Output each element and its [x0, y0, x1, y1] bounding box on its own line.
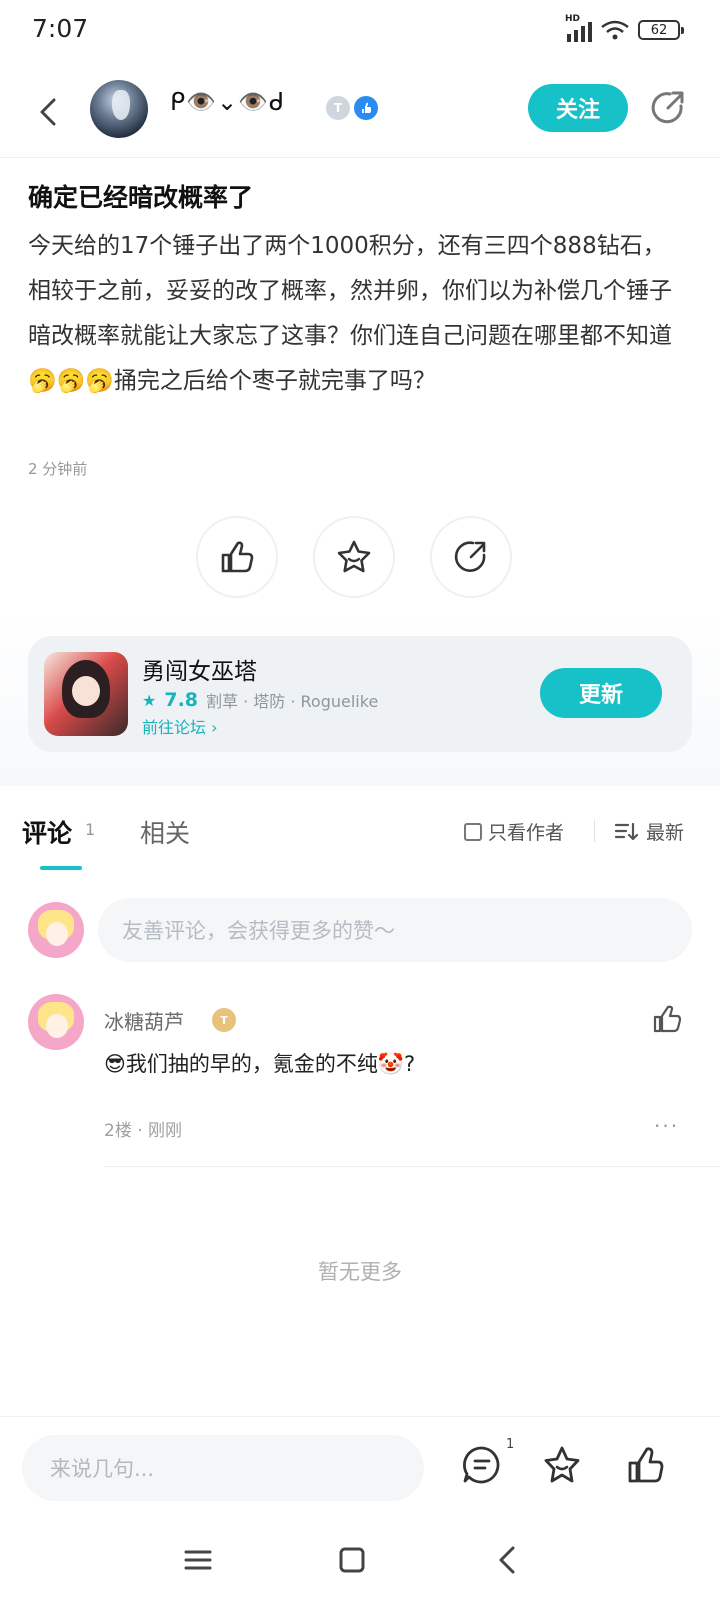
comment-icon[interactable] [460, 1443, 504, 1487]
tab-indicator [40, 866, 82, 870]
author-avatar[interactable] [90, 80, 148, 138]
back-button[interactable] [30, 92, 70, 132]
thumbs-up-icon[interactable] [624, 1443, 668, 1487]
star-icon [337, 540, 371, 573]
sort-label: 最新 [646, 822, 685, 844]
reply-input[interactable]: 来说几句... [22, 1435, 424, 1501]
comment-count: 1 [506, 1437, 515, 1452]
battery-icon: 62 [638, 20, 684, 40]
comment-meta: 2楼 · 刚刚 [104, 1121, 183, 1141]
game-tags: 割草 · 塔防 · Roguelike [206, 692, 379, 711]
sort-button[interactable]: 最新 [614, 818, 684, 845]
home-icon[interactable] [332, 1540, 372, 1580]
status-icons: HD 62 [565, 14, 684, 42]
tab-comments[interactable]: 评论 [22, 814, 72, 850]
tab-related[interactable]: 相关 [140, 814, 190, 850]
share-icon[interactable] [648, 88, 688, 128]
thumbs-up-icon [221, 541, 254, 573]
status-time: 7:07 [32, 14, 89, 43]
level-badge: T [326, 96, 350, 120]
post-title: 确定已经暗改概率了 [28, 183, 254, 212]
game-name: 勇闯女巫塔 [142, 659, 257, 685]
share-icon [454, 541, 486, 572]
status-bar: 7:07 HD 62 [0, 0, 720, 64]
game-icon[interactable] [44, 652, 128, 736]
update-button[interactable]: 更新 [540, 668, 662, 718]
comment-tabs: 评论 1 相关 只看作者 最新 [0, 786, 720, 870]
battery-level: 62 [650, 22, 668, 38]
network-type: HD [565, 14, 581, 24]
system-nav-bar [0, 1520, 720, 1600]
comment-input[interactable]: 友善评论，会获得更多的赞～ [98, 898, 692, 962]
post-body: 今天给的17个锤子出了两个1000积分，还有三四个888钻石，相较于之前，妥妥的… [28, 233, 672, 394]
comment-like-icon[interactable] [650, 1002, 684, 1036]
comment-text: 😎我们抽的早的，氪金的不纯🤡? [104, 1052, 416, 1076]
signal-icon: HD [565, 14, 592, 42]
divider [594, 820, 595, 842]
follow-button[interactable]: 关注 [528, 84, 628, 132]
verified-badge-icon [354, 96, 378, 120]
comments-count: 1 [85, 820, 96, 839]
commenter-avatar[interactable] [28, 994, 84, 1050]
game-meta: ★ 7.8 割草 · 塔防 · Roguelike [142, 688, 378, 712]
forum-link[interactable]: 前往论坛 › [142, 714, 218, 738]
checkbox-icon [464, 822, 482, 841]
sort-icon [614, 822, 638, 840]
bottom-bar: 来说几句... 1 [0, 1416, 720, 1520]
my-avatar [28, 902, 84, 958]
like-button[interactable] [196, 516, 278, 598]
post-actions [0, 516, 720, 598]
only-author-label: 只看作者 [488, 822, 565, 844]
favorite-button[interactable] [313, 516, 395, 598]
only-author-toggle[interactable]: 只看作者 [464, 818, 564, 845]
game-score: 7.8 [164, 689, 199, 711]
post-header: ᑭ👁️⌄👁️ᑯ T 关注 [0, 70, 720, 158]
game-card-section: 勇闯女巫塔 ★ 7.8 割草 · 塔防 · Roguelike 前往论坛 › 更… [0, 610, 720, 786]
menu-icon[interactable] [178, 1540, 218, 1580]
more-options-icon[interactable]: ··· [654, 1114, 679, 1138]
commenter-name[interactable]: 冰糖葫芦 [104, 1006, 184, 1035]
post-time: 2 分钟前 [28, 460, 88, 478]
game-card[interactable]: 勇闯女巫塔 ★ 7.8 割草 · 塔防 · Roguelike 前往论坛 › 更… [28, 636, 692, 752]
commenter-level-badge: T [212, 1008, 236, 1032]
forum-link-label: 前往论坛 [142, 718, 207, 737]
no-more-label: 暂无更多 [318, 1260, 402, 1284]
wifi-icon [601, 20, 629, 40]
rating-star-icon: ★ [142, 690, 157, 710]
author-name[interactable]: ᑭ👁️⌄👁️ᑯ [170, 88, 285, 116]
comment-item: 冰糖葫芦 T 😎我们抽的早的，氪金的不纯🤡? 2楼 · 刚刚 ··· [0, 992, 720, 1168]
chevron-right-icon: › [211, 718, 218, 737]
back-nav-icon[interactable] [488, 1540, 528, 1580]
star-icon[interactable] [540, 1443, 584, 1487]
share-button[interactable] [430, 516, 512, 598]
comment-divider [104, 1166, 720, 1167]
